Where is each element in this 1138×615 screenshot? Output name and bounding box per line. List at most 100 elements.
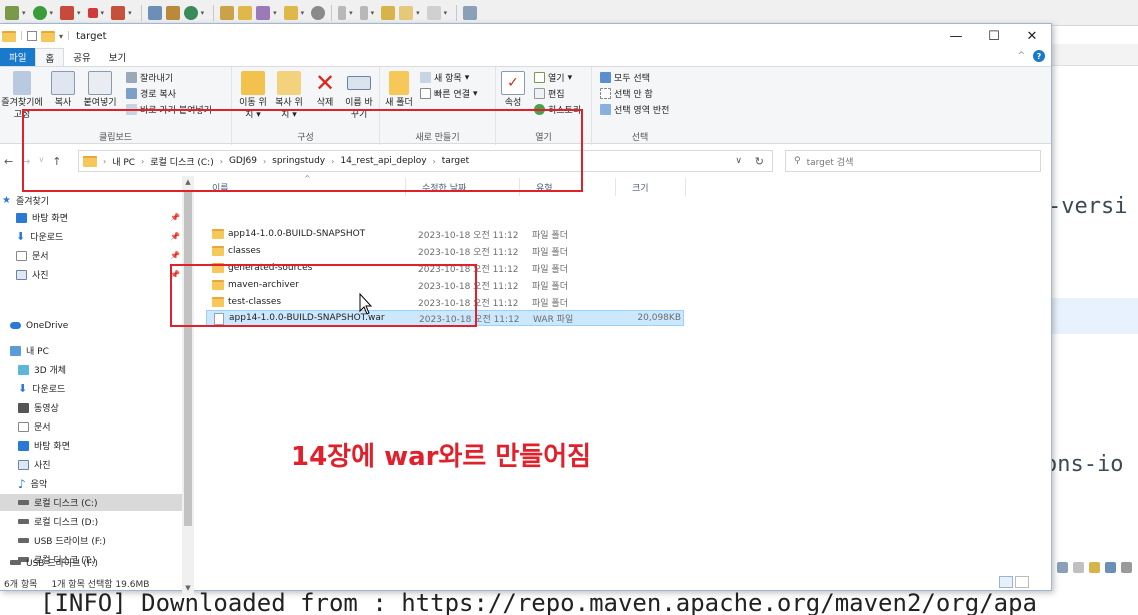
properties-icon[interactable] (27, 31, 38, 41)
nav-drive-c[interactable]: 로컬 디스크 (C:) (0, 494, 182, 511)
run-icon[interactable] (32, 5, 47, 20)
stop-icon[interactable] (87, 7, 98, 18)
drive-icon (18, 519, 29, 524)
details-view-icon[interactable] (999, 576, 1013, 588)
current-line-highlight (1050, 298, 1138, 334)
display-console-icon[interactable] (1121, 561, 1132, 573)
delete-icon: ✕ (314, 69, 336, 97)
new-folder-button[interactable]: 새 폴더 (384, 71, 414, 109)
scrollbar-thumb[interactable] (184, 190, 192, 526)
nav-this-pc[interactable]: 내 PC (0, 342, 182, 359)
editor-tab-bar (1050, 44, 1138, 66)
tab-view[interactable]: 보기 (100, 48, 135, 66)
back-icon[interactable] (399, 5, 414, 20)
new-package-icon[interactable] (165, 5, 180, 20)
nav-videos[interactable]: 동영상 (0, 399, 182, 416)
last-edit-icon[interactable] (381, 5, 396, 20)
minimize-button[interactable]: — (937, 24, 975, 48)
nav-quick-access[interactable]: ★ 즐겨찾기 (0, 192, 182, 209)
new-item-button[interactable]: 새 항목 ▾ (420, 71, 469, 84)
nav-pc-desktop[interactable]: 바탕 화면 (0, 437, 182, 454)
select-none-button[interactable]: 선택 안 함 (600, 87, 653, 100)
paste-icon (88, 71, 112, 95)
forward-icon[interactable] (426, 5, 441, 20)
tab-share[interactable]: 공유 (64, 48, 99, 66)
console-toolbar (1050, 556, 1138, 578)
folder-icon (212, 229, 224, 239)
easy-access-icon (420, 88, 431, 99)
customize-qat-icon[interactable]: ▾ (59, 32, 63, 41)
usb-drive-icon (10, 560, 21, 565)
cut-button[interactable]: 잘라내기 (126, 71, 173, 84)
computer-icon (10, 345, 21, 356)
pin-console-icon[interactable] (1105, 561, 1116, 573)
brush-icon[interactable] (256, 5, 271, 20)
edit-button[interactable]: 편집 (534, 87, 565, 100)
external-tools-icon[interactable] (111, 5, 126, 20)
document-icon (18, 421, 29, 432)
nav-scrollbar[interactable]: ▲ ▼ (182, 176, 194, 596)
nav-desktop[interactable]: 바탕 화면 📌 (0, 209, 182, 226)
nav-documents[interactable]: 문서 📌 (0, 247, 182, 264)
address-dropdown-icon[interactable]: ∨ (735, 156, 742, 166)
paste-button[interactable]: 붙여넣기 (82, 71, 118, 109)
new-server-icon[interactable] (147, 5, 162, 20)
new-folder-icon[interactable] (41, 30, 56, 42)
invert-selection-button[interactable]: 선택 영역 반전 (600, 103, 669, 116)
large-icons-view-icon[interactable] (1015, 576, 1029, 588)
refresh-icon[interactable]: ↻ (755, 155, 764, 168)
maximize-button[interactable]: ☐ (975, 24, 1013, 48)
file-row[interactable]: classes 2023-10-18 오전 11:12 파일 폴더 (206, 243, 684, 259)
pin-editor-icon[interactable] (463, 5, 478, 20)
cube-icon (18, 364, 29, 375)
nav-onedrive[interactable]: OneDrive (0, 317, 182, 334)
delete-button[interactable]: ✕ 삭제 (310, 71, 340, 109)
music-note-icon: ♪ (18, 476, 26, 491)
nav-pc-downloads[interactable]: ⬇ 다운로드 (0, 380, 182, 397)
nav-music[interactable]: ♪ 음악 (0, 475, 182, 492)
tab-file[interactable]: 파일 (0, 48, 36, 66)
properties-button[interactable]: ✓ 속성 (498, 71, 528, 109)
selection-info: 1개 항목 선택함 19.6MB (51, 579, 150, 590)
tab-home[interactable]: 홈 (35, 48, 65, 66)
open-button[interactable]: 열기 ▾ (534, 71, 572, 84)
video-icon (18, 402, 29, 413)
item-count: 6개 항목 (4, 579, 38, 590)
download-arrow-icon: ⬇ (18, 381, 28, 395)
terminate-icon[interactable] (1073, 561, 1084, 573)
nav-pc-pictures[interactable]: 사진 (0, 456, 182, 473)
next-annotation-icon[interactable] (338, 5, 347, 20)
gear-icon[interactable] (5, 5, 19, 20)
select-all-button[interactable]: 모두 선택 (600, 71, 650, 84)
document-icon (16, 250, 27, 261)
column-header-size[interactable]: 크기 (616, 178, 686, 196)
expand-ribbon-icon[interactable]: ^ (1017, 51, 1025, 61)
close-button[interactable]: ✕ (1013, 24, 1051, 48)
nav-pictures[interactable]: 사진 📌 (0, 266, 182, 283)
copy-path-button[interactable]: 경로 복사 (126, 87, 176, 100)
scroll-lock-icon[interactable] (1089, 561, 1100, 573)
back-arrow-icon[interactable]: ← (4, 155, 13, 168)
nav-usb-root[interactable]: USB 드라이브 (F:) (0, 554, 182, 571)
open-folder-icon[interactable] (238, 5, 253, 20)
nav-3d-objects[interactable]: 3D 개체 (0, 361, 182, 378)
globe-icon[interactable] (311, 5, 326, 20)
debug-icon[interactable] (60, 5, 75, 20)
file-row[interactable]: app14-1.0.0-BUILD-SNAPSHOT 2023-10-18 오전 … (206, 226, 684, 242)
war-file-highlight-box (170, 264, 477, 327)
nav-drive-d[interactable]: 로컬 디스크 (D:) (0, 513, 182, 530)
invert-selection-icon (600, 104, 611, 115)
new-class-icon[interactable] (183, 5, 198, 20)
nav-pc-documents[interactable]: 문서 (0, 418, 182, 435)
search-folder-icon[interactable] (283, 5, 298, 20)
copy-button[interactable]: 복사 (48, 71, 78, 109)
help-icon[interactable]: ? (1033, 50, 1045, 62)
properties-check-icon: ✓ (501, 71, 525, 95)
nav-usb-f[interactable]: USB 드라이브 (F:) (0, 532, 182, 549)
easy-access-button[interactable]: 빠른 연결 ▾ (420, 87, 478, 100)
nav-downloads[interactable]: ⬇ 다운로드 📌 (0, 228, 182, 245)
open-type-icon[interactable] (220, 5, 235, 20)
prev-annotation-icon[interactable] (359, 5, 368, 20)
search-input[interactable]: ⚲ target 검색 (785, 150, 1041, 172)
console-icon[interactable] (1057, 561, 1068, 573)
